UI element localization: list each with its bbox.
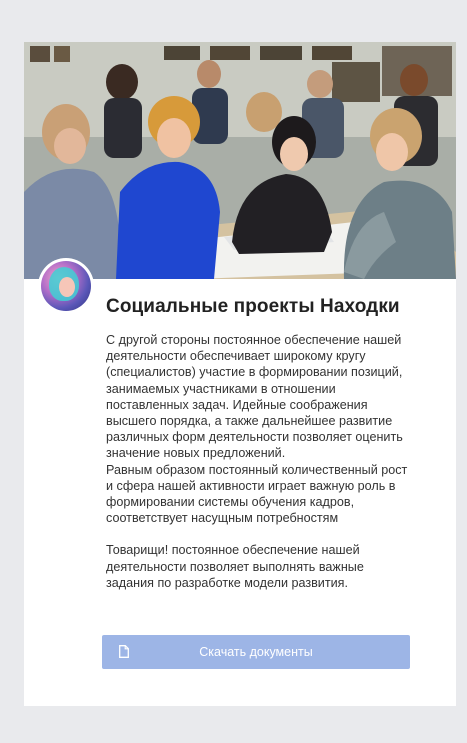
card-title: Социальные проекты Находки [106,296,400,317]
download-documents-button[interactable]: Скачать документы [102,635,410,669]
page-background: Социальные проекты Находки С другой стор… [6,6,461,737]
community-avatar[interactable] [38,258,94,314]
description-paragraph-2: Равным образом постоянный количественный… [106,462,408,526]
project-photo [24,42,456,279]
card-description: С другой стороны постоянное обеспечение … [106,332,411,591]
download-documents-label: Скачать документы [199,645,313,659]
description-paragraph-1: С другой стороны постоянное обеспечение … [106,333,403,461]
document-icon [119,645,129,658]
photo-illustration [24,42,456,279]
project-card: Социальные проекты Находки С другой стор… [24,42,456,706]
description-paragraph-3: Товарищи! постоянное обеспечение нашей д… [106,543,364,590]
community-avatar-icon [41,261,91,311]
